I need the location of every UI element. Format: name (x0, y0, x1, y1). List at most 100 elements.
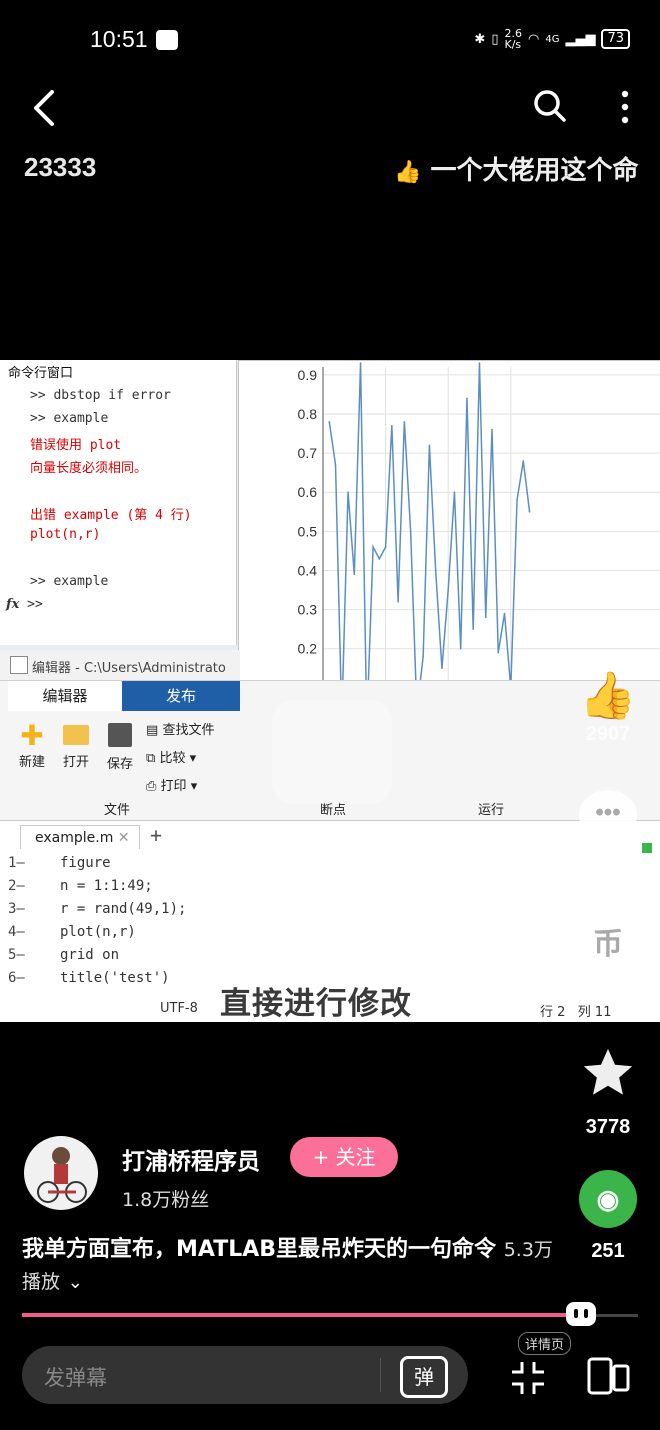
code-line: n = 1:1:49; (60, 878, 153, 894)
wechat-icon: ◉ (579, 1170, 637, 1228)
tool-print-label: 打印 (160, 779, 187, 794)
follow-button[interactable]: + 关注 (290, 1137, 398, 1177)
y-tick-label: 0.3 (298, 602, 318, 618)
data-point (466, 397, 468, 400)
y-tick-label: 0.4 (298, 562, 318, 578)
code-line: figure (60, 855, 111, 871)
progress-fill (22, 1313, 577, 1317)
author-fans: 1.8万粉丝 (122, 1189, 210, 1211)
ticker-comment[interactable]: 👍 一个大佬用这个命 (394, 150, 638, 187)
video-timecode: 00:34 / 00:37 (240, 858, 381, 885)
data-point (459, 647, 462, 650)
star-icon (583, 1048, 633, 1095)
screen-switch-icon[interactable] (586, 1356, 632, 1396)
danmaku-toggle-button[interactable]: 弹 (400, 1356, 448, 1398)
cmd-line: >> dbstop if error (30, 388, 171, 403)
close-tab-icon: ✕ (117, 830, 130, 846)
progress-knob[interactable] (566, 1302, 596, 1326)
danmaku-placeholder: 发弹幕 (44, 1366, 107, 1390)
tab-editor: 编辑器 (8, 681, 122, 711)
data-point (516, 499, 518, 501)
encoding-label: UTF-8 (160, 1001, 198, 1016)
cmd-prompt: >> (27, 597, 43, 612)
battery-indicator: 73 (601, 29, 630, 49)
comment-icon: ••• (579, 790, 637, 840)
avatar-illustration (37, 1147, 87, 1203)
back-icon[interactable] (30, 88, 66, 128)
coin-count: 614 (591, 988, 625, 1010)
data-point (522, 460, 525, 462)
y-tick-label: 0.7 (298, 445, 318, 461)
comment-button[interactable]: ••• 61 (568, 790, 648, 883)
cmd-error-line: 向量长度必须相同。 (30, 461, 148, 476)
knob-eye-icon (584, 1309, 588, 1318)
data-point (472, 628, 475, 630)
line-number: 2— (8, 878, 25, 894)
data-point (347, 491, 349, 494)
video-subtitle: 直接进行修改 (220, 986, 412, 1022)
group-run-label: 运行 (478, 803, 505, 818)
data-point (391, 424, 393, 427)
tab-publish: 发布 (122, 681, 240, 711)
line-number: 5— (8, 947, 25, 963)
data-point (397, 600, 399, 603)
y-tick-label: 0.2 (298, 641, 318, 657)
matlab-command-window: 命令行窗口 >> dbstop if error >> example 错误使用… (0, 360, 237, 645)
data-point (478, 362, 481, 364)
tool-find-label: 查找文件 (162, 723, 215, 738)
data-point (372, 546, 374, 548)
data-point (484, 616, 487, 619)
video-player[interactable]: 命令行窗口 >> dbstop if error >> example 错误使用… (0, 360, 660, 1022)
tool-compare: ⧉ 比较 ▾ (146, 751, 197, 766)
tool-open: 打开 (56, 721, 96, 770)
comment-count[interactable]: 23333 (24, 152, 96, 183)
favorite-button[interactable]: 3778 (568, 1044, 648, 1139)
tool-print: ⎙ 打印 ▾ (146, 779, 198, 794)
editor-title: 编辑器 - C:\Users\Administrato (32, 661, 226, 676)
more-icon[interactable] (620, 90, 630, 124)
tool-compare-label: 比较 (159, 751, 186, 766)
group-file-label: 文件 (104, 803, 131, 818)
tool-new-label: 新建 (18, 755, 45, 770)
data-point (378, 557, 381, 560)
y-tick-label: 0.9 (298, 367, 318, 383)
data-point (353, 573, 356, 576)
y-tick-label: 0.6 (298, 484, 318, 500)
exit-fullscreen-icon[interactable] (510, 1360, 546, 1396)
status-time: 10:51 (90, 26, 148, 52)
thumb-up-small-icon: 👍 (394, 160, 422, 185)
tool-find: ▤ 查找文件 (146, 717, 214, 745)
cmd-line: >> example (30, 411, 109, 426)
data-point (334, 464, 337, 466)
cmd-title: 命令行窗口 (8, 366, 74, 381)
bluetooth-icon: ✱ (474, 31, 486, 47)
cmd-line: >> example (30, 574, 109, 589)
comment-count-rail: 61 (596, 860, 620, 882)
file-tab-label: example.m (35, 830, 114, 846)
cmd-error-line: 错误使用 plot (30, 438, 122, 453)
compare-icon: ⧉ (146, 751, 156, 766)
like-button[interactable]: 👍 2907 (568, 668, 648, 746)
author-name[interactable]: 打浦桥程序员 (122, 1142, 260, 1176)
folder-icon (63, 725, 89, 745)
code-line: title('test') (60, 970, 170, 986)
editor-title-bar: 编辑器 - C:\Users\Administrato (0, 650, 240, 680)
search-icon[interactable] (532, 88, 568, 124)
data-point (422, 655, 424, 658)
save-icon (108, 723, 132, 747)
author-avatar[interactable] (24, 1136, 98, 1210)
coin-button[interactable]: 币 614 (568, 916, 648, 1011)
play-overlay-icon[interactable] (272, 700, 392, 804)
wifi-icon: ◠ (527, 31, 540, 47)
data-point (434, 569, 437, 572)
knob-eye-icon (574, 1309, 578, 1318)
ticker-text: 一个大佬用这个命 (430, 156, 639, 186)
line-number: 4— (8, 924, 25, 940)
data-point (447, 589, 449, 591)
add-tab-icon: + (150, 823, 163, 847)
chevron-down-icon: ⌄ (67, 1272, 83, 1293)
share-button[interactable]: ◉ 251 (568, 1170, 648, 1263)
status-icons: ✱ ▯ 2.6 K/s ◠ 4G ▂▄▆ 73 (474, 28, 630, 50)
file-tab: example.m ✕ (20, 825, 140, 849)
video-title-block[interactable]: 我单方面宣布，MATLAB里最吊炸天的一句命令 5.3万播放 ⌄ (22, 1234, 562, 1299)
